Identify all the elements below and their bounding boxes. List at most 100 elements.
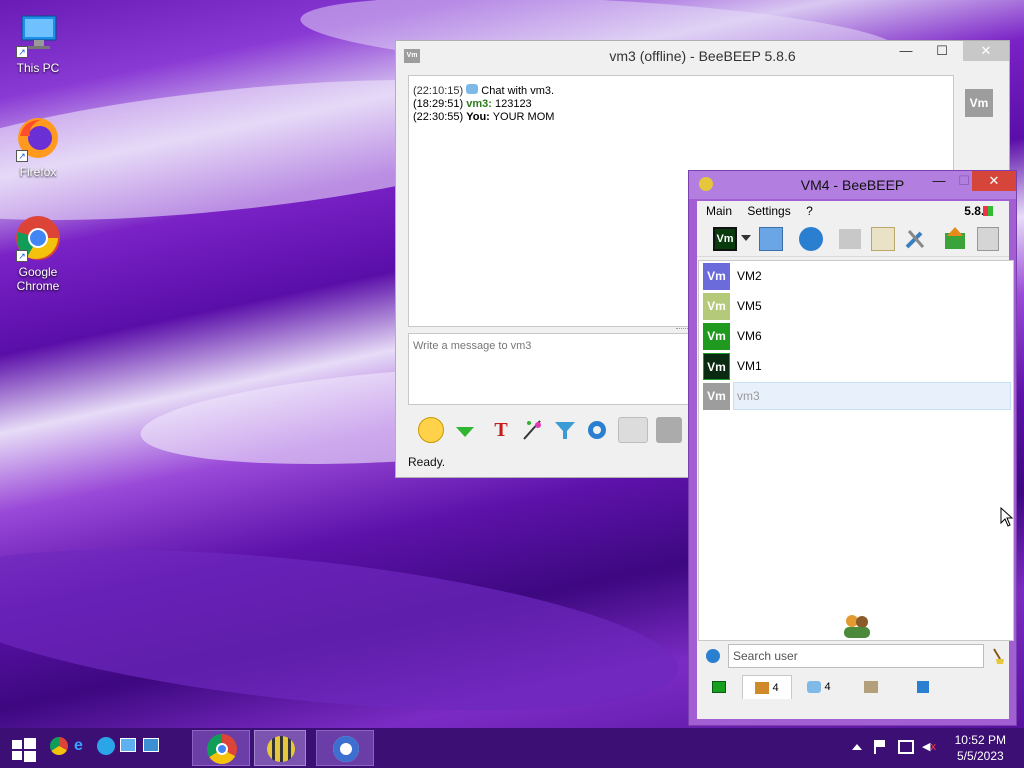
avatar: Vm — [703, 323, 730, 350]
taskbar-chrome-button[interactable] — [192, 730, 250, 766]
main-window-titlebar[interactable]: VM4 - BeeBEEP — ☐ ✕ — [689, 171, 1016, 199]
avatar: Vm — [703, 293, 730, 320]
upgrade-icon[interactable] — [943, 227, 967, 251]
list-item[interactable]: Vm VM5 — [699, 291, 1013, 321]
filter-icon[interactable] — [552, 417, 578, 443]
desktop-icon-label: This PC — [16, 61, 60, 75]
chats-icon — [807, 681, 822, 694]
tab-groups[interactable] — [846, 675, 896, 699]
edit-profile-icon[interactable] — [759, 227, 783, 251]
color-icon[interactable] — [520, 417, 546, 443]
group-icon — [864, 681, 878, 694]
main-window-title: VM4 - BeeBEEP — [800, 177, 905, 193]
tab-chats[interactable]: 4 — [794, 675, 844, 699]
wallpaper-wave — [0, 520, 686, 740]
quicklaunch-edge-icon[interactable] — [97, 737, 115, 755]
bottom-tabs: 4 4 — [698, 675, 1014, 699]
clock-time: 10:52 PM — [954, 733, 1006, 747]
beebeep-app-icon: Vm — [404, 49, 420, 63]
note-icon[interactable] — [871, 227, 895, 251]
peer-avatar: Vm — [965, 89, 993, 117]
list-item[interactable]: Vm VM2 — [699, 261, 1013, 291]
shortcut-arrow-icon: ↗ — [16, 250, 28, 262]
avatar: Vm — [703, 353, 730, 380]
users-group-icon — [842, 614, 872, 638]
selected-row-highlight — [733, 382, 1011, 410]
chat-window-titlebar[interactable]: Vm vm3 (offline) - BeeBEEP 5.8.6 — ☐ ✕ — [396, 41, 1009, 71]
tab-users[interactable]: 4 — [742, 675, 792, 699]
my-avatar-button[interactable]: Vm — [713, 227, 737, 251]
menu-settings[interactable]: Settings — [747, 204, 790, 218]
taskbar-beebeep-button[interactable] — [254, 730, 306, 766]
chrome-icon — [207, 734, 237, 764]
user-name: vm3 — [737, 389, 760, 403]
emoticon-icon[interactable] — [418, 417, 444, 443]
main-toolbar: Vm — [697, 221, 1009, 257]
shortcut-arrow-icon: ↗ — [16, 150, 28, 162]
desktop-icon-label: Firefox — [19, 165, 57, 179]
flag-icon[interactable] — [874, 740, 886, 754]
send-file-icon[interactable] — [452, 417, 478, 443]
gear-icon — [333, 736, 359, 762]
computer-icon: ↗ — [14, 10, 62, 58]
settings-gear-icon[interactable] — [706, 649, 720, 663]
quicklaunch-desktop-icon[interactable] — [120, 738, 136, 752]
quicklaunch-network-icon[interactable] — [143, 738, 159, 752]
user-name: VM2 — [737, 269, 762, 283]
clock-date: 5/5/2023 — [956, 749, 1004, 763]
user-name: VM1 — [737, 359, 762, 373]
beebeep-main-window: VM4 - BeeBEEP — ☐ ✕ Main Settings ? 5.8.… — [688, 170, 1017, 726]
windows-flag-icon — [983, 206, 993, 216]
chat-message: (22:10:15) Chat with vm3. — [413, 84, 555, 97]
quicklaunch-ie-icon[interactable]: e — [74, 737, 92, 755]
menu-help[interactable]: ? — [806, 204, 813, 218]
chevron-down-icon[interactable] — [741, 235, 751, 241]
chat-message: (22:30:55) You: YOUR MOM — [413, 111, 555, 123]
tools-icon[interactable] — [903, 227, 927, 251]
chat-window-title: vm3 (offline) - BeeBEEP 5.8.6 — [609, 48, 796, 64]
desktop-icon-this-pc[interactable]: ↗ This PC — [2, 10, 74, 75]
list-item[interactable]: Vm vm3 — [699, 381, 1013, 411]
message-icon[interactable] — [839, 229, 861, 249]
chrome-icon: ↗ — [14, 214, 62, 262]
desktop-icon-label: Google Chrome — [16, 265, 60, 293]
tab-share[interactable] — [898, 675, 948, 699]
system-clock[interactable]: 10:52 PM 5/5/2023 — [955, 732, 1006, 764]
clear-search-icon[interactable] — [991, 647, 1005, 665]
menu-main[interactable]: Main — [706, 204, 732, 218]
user-list[interactable]: Vm VM2 Vm VM5 Vm VM6 Vm VM1 Vm vm3 — [698, 260, 1014, 641]
desktop-icon-chrome[interactable]: ↗ Google Chrome — [2, 214, 74, 293]
save-chat-icon[interactable] — [618, 417, 648, 443]
avatar: Vm — [703, 263, 730, 290]
user-name: VM5 — [737, 299, 762, 313]
shortcut-arrow-icon: ↗ — [16, 46, 28, 58]
status-bar-text: Ready. — [408, 455, 446, 469]
tab-home[interactable] — [698, 675, 740, 699]
font-icon[interactable]: T — [488, 417, 514, 443]
start-button[interactable] — [8, 730, 40, 766]
quicklaunch-chrome-icon[interactable] — [50, 737, 68, 755]
spellcheck-icon[interactable] — [656, 417, 682, 443]
chat-bubble-icon — [466, 84, 479, 94]
search-input[interactable]: Search user — [728, 644, 984, 668]
avatar: Vm — [703, 383, 730, 410]
network-tray-icon[interactable] — [898, 740, 914, 754]
users-icon — [755, 682, 770, 695]
mouse-cursor-icon — [1000, 506, 1014, 530]
menu-bar: Main Settings ? 5.8.6 — [697, 201, 1009, 221]
list-item[interactable]: Vm VM1 — [699, 351, 1013, 381]
trash-icon[interactable] — [977, 227, 999, 251]
desktop-icon-firefox[interactable]: ↗ Firefox — [2, 114, 74, 179]
close-button[interactable]: ✕ — [963, 41, 1009, 61]
taskbar-settings-button[interactable] — [316, 730, 374, 766]
user-name: VM6 — [737, 329, 762, 343]
chat-message: (18:29:51) vm3: 123123 — [413, 98, 532, 110]
network-icon[interactable] — [799, 227, 823, 251]
gear-icon[interactable] — [584, 417, 610, 443]
close-button[interactable]: ✕ — [972, 171, 1016, 191]
chat-green-icon — [712, 681, 726, 694]
list-item[interactable]: Vm VM6 — [699, 321, 1013, 351]
maximize-button[interactable]: ☐ — [919, 41, 965, 61]
volume-muted-icon[interactable]: ◀x — [922, 740, 938, 754]
chevron-up-icon[interactable] — [852, 744, 862, 750]
